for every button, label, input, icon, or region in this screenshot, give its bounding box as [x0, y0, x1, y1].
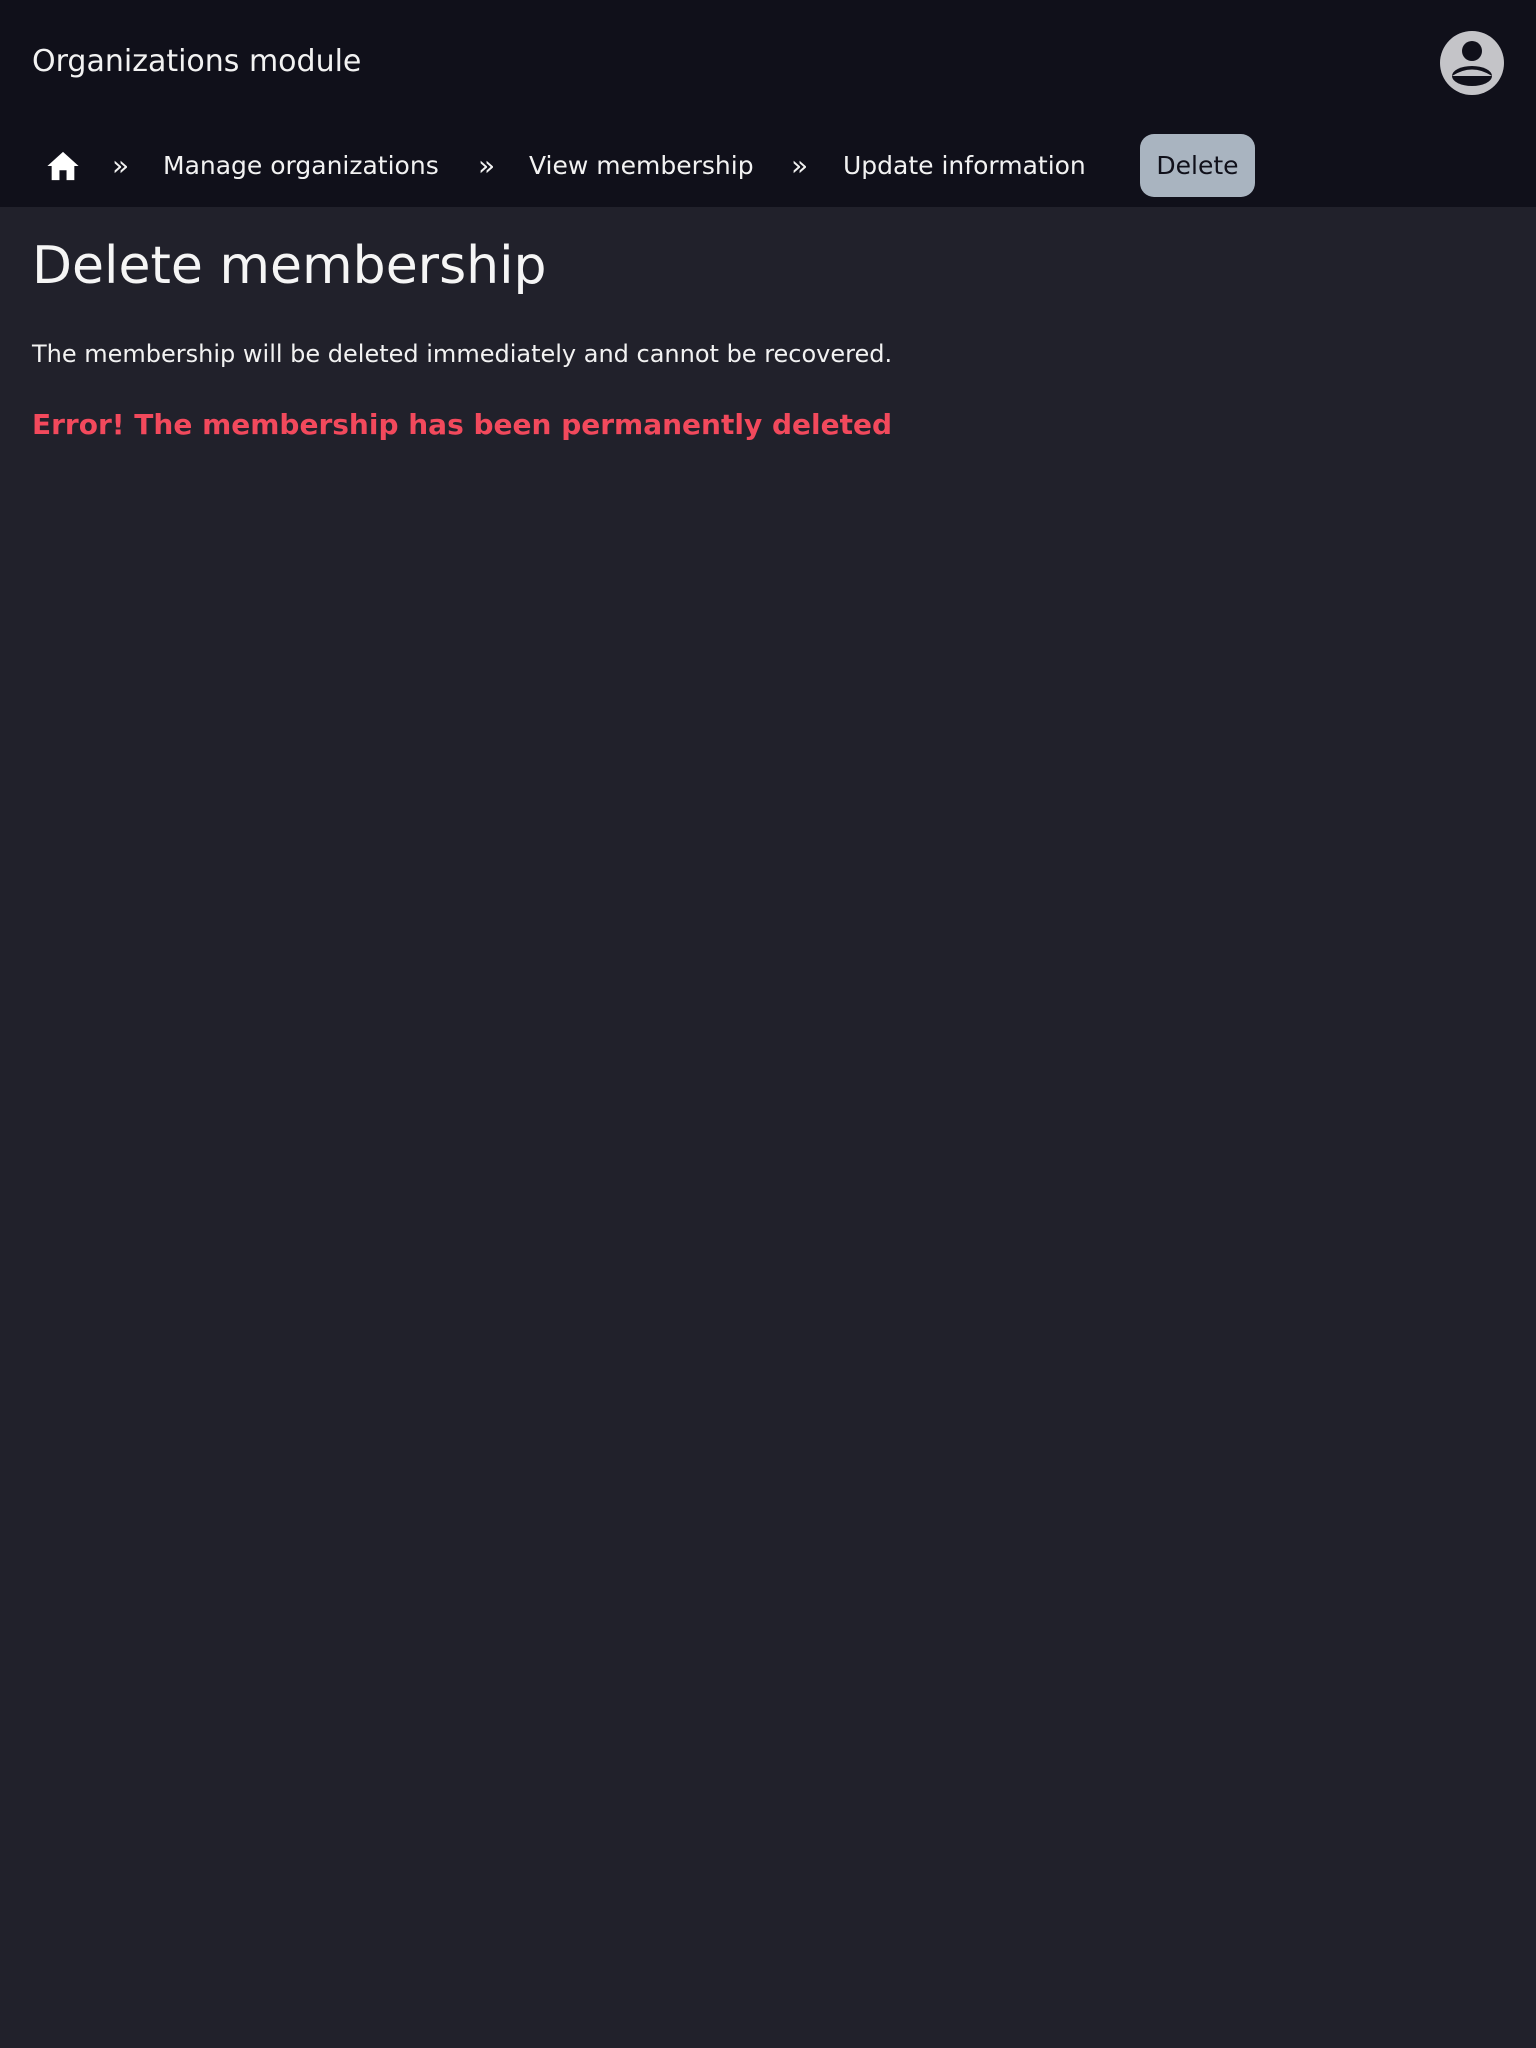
breadcrumb-current-delete[interactable]: Delete — [1140, 134, 1255, 197]
breadcrumb-view-membership[interactable]: View membership — [529, 134, 754, 197]
home-icon[interactable] — [46, 134, 80, 197]
breadcrumb-separator: » — [112, 149, 130, 182]
breadcrumb: » Manage organizations » View membership… — [0, 134, 1536, 197]
breadcrumb-separator: » — [791, 149, 809, 182]
breadcrumb-update-information[interactable]: Update information — [843, 134, 1086, 197]
error-message: Error! The membership has been permanent… — [32, 408, 892, 441]
top-header: Organizations module » Manage organizati… — [0, 0, 1536, 207]
breadcrumb-manage-organizations[interactable]: Manage organizations — [163, 134, 439, 197]
page-title: Delete membership — [32, 236, 547, 296]
app-title: Organizations module — [32, 44, 362, 79]
user-avatar-icon[interactable] — [1440, 31, 1504, 95]
breadcrumb-separator: » — [478, 149, 496, 182]
description-text: The membership will be deleted immediate… — [32, 340, 893, 368]
